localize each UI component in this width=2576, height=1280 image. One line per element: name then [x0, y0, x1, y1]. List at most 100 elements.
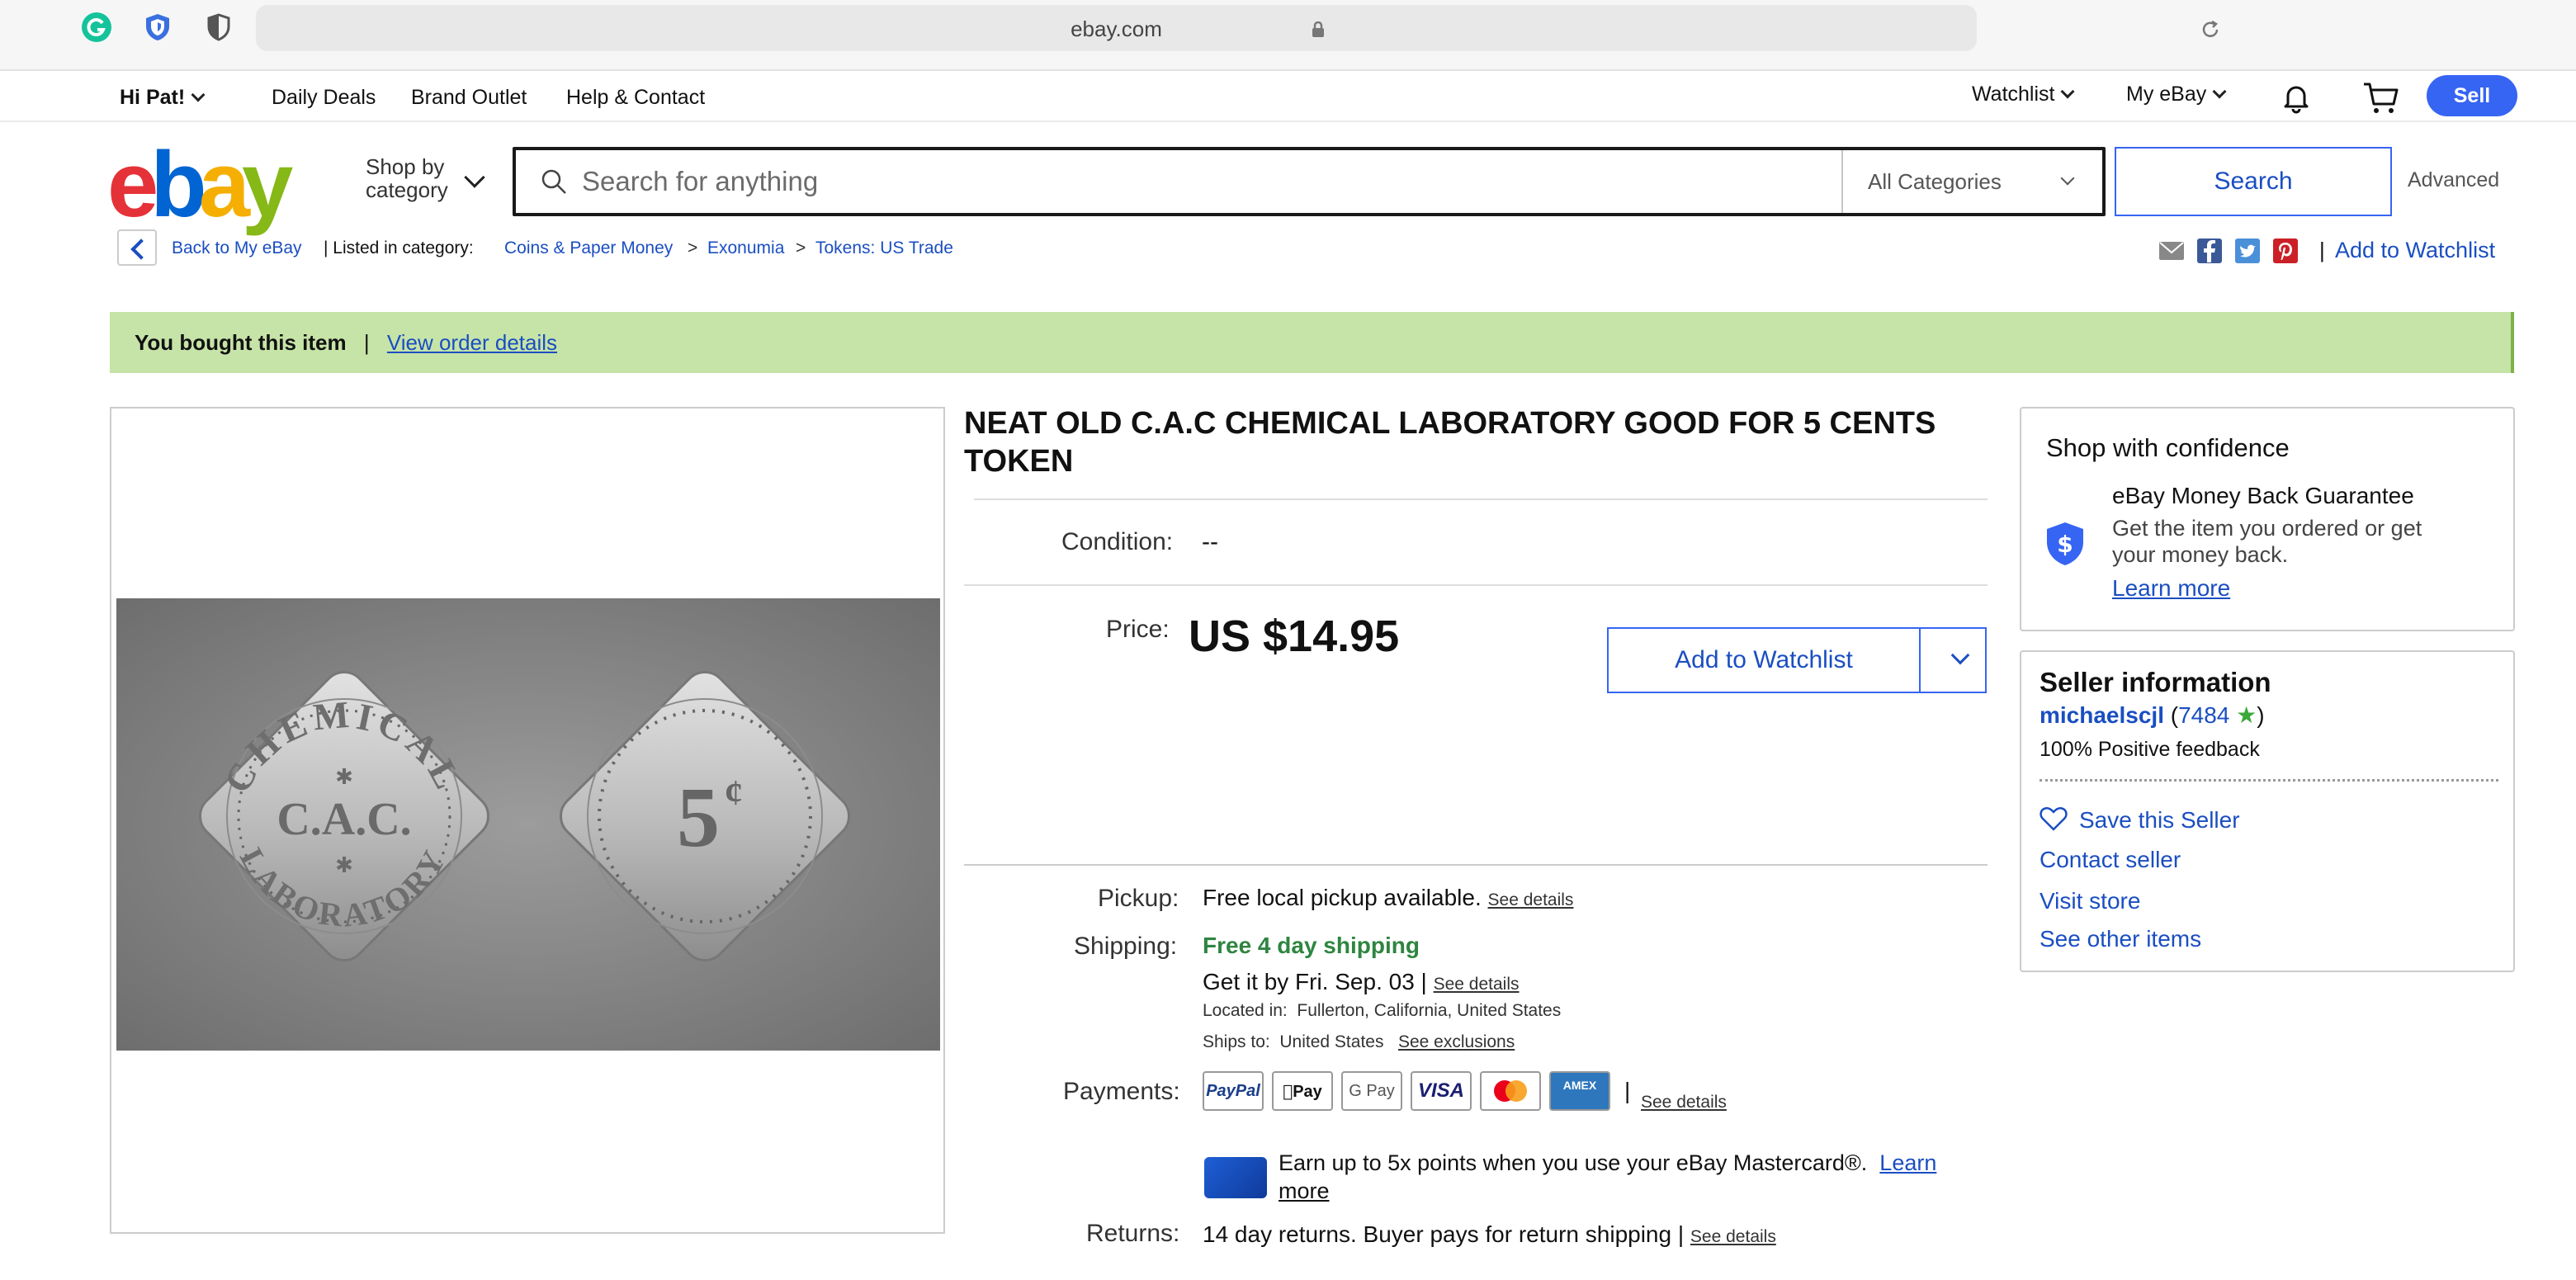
- sell-button[interactable]: Sell: [2427, 75, 2517, 116]
- url-text: ebay.com: [1071, 17, 1162, 41]
- add-to-watchlist-label: Add to Watchlist: [1609, 629, 1921, 692]
- returns-see-details-link[interactable]: See details: [1690, 1227, 1776, 1246]
- email-share-icon[interactable]: [2158, 238, 2185, 264]
- chevron-down-icon[interactable]: [464, 167, 485, 188]
- divider: [2040, 779, 2498, 782]
- payments-see-details-link[interactable]: See details: [1641, 1093, 1727, 1112]
- feedback-score-link[interactable]: 7484: [2178, 702, 2229, 728]
- mastercard-promo: Earn up to 5x points when you use your e…: [1279, 1150, 1936, 1176]
- located-value: Fullerton, California, United States: [1297, 1001, 1562, 1020]
- token-back-unit: ¢: [725, 772, 743, 813]
- pickup-value: Free local pickup available. See details: [1203, 885, 1573, 911]
- search-input[interactable]: [582, 150, 1820, 213]
- mastercard-learn-link[interactable]: Learn: [1879, 1150, 1936, 1175]
- address-bar[interactable]: ebay.com: [256, 5, 2219, 51]
- see-exclusions-link[interactable]: See exclusions: [1398, 1032, 1515, 1051]
- seller-name-row: michaelscjl (7484 ★): [2040, 701, 2265, 729]
- back-arrow-button[interactable]: [117, 229, 157, 266]
- item-price: US $14.95: [1189, 612, 1400, 661]
- breadcrumb-separator: >: [688, 239, 698, 257]
- grammarly-extension-icon[interactable]: [81, 12, 112, 43]
- breadcrumb-tokens-us-trade[interactable]: Tokens: US Trade: [815, 239, 953, 258]
- shipping-see-details-link[interactable]: See details: [1434, 975, 1520, 994]
- logo-letter-a: a: [198, 133, 250, 236]
- svg-text:✱: ✱: [335, 765, 353, 790]
- token-back-denomination: 5: [677, 770, 720, 865]
- listed-in-label: | Listed in category:: [324, 239, 474, 257]
- chevron-down-icon: [2212, 84, 2227, 99]
- located-label: Located in:: [1203, 1001, 1288, 1020]
- save-seller-link[interactable]: Save this Seller: [2079, 807, 2240, 834]
- view-order-details-link[interactable]: View order details: [387, 330, 557, 355]
- ships-label: Ships to:: [1203, 1032, 1270, 1051]
- divider: [964, 864, 1988, 866]
- item-image-panel[interactable]: CHEMICAL LABORATORY C.A.C. ✱ ✱ 5 ¢: [110, 407, 945, 1234]
- confidence-heading: Shop with confidence: [2046, 433, 2290, 462]
- located-in: Located in: Fullerton, California, Unite…: [1203, 1001, 1561, 1021]
- greeting-text: Hi Pat!: [120, 86, 186, 109]
- twitter-share-icon[interactable]: [2234, 238, 2261, 264]
- price-label: Price:: [1106, 616, 1170, 643]
- top-navigation: Hi Pat! Daily Deals Brand Outlet Help & …: [0, 73, 2576, 122]
- visa-icon: VISA: [1411, 1071, 1472, 1111]
- search-button[interactable]: Search: [2115, 147, 2392, 216]
- brand-outlet-link[interactable]: Brand Outlet: [411, 86, 527, 110]
- item-photo[interactable]: CHEMICAL LABORATORY C.A.C. ✱ ✱ 5 ¢: [116, 598, 940, 1051]
- category-select[interactable]: All Categories: [1841, 150, 2102, 213]
- shield-extension-icon[interactable]: [142, 12, 173, 43]
- daily-deals-link[interactable]: Daily Deals: [272, 86, 376, 110]
- chevron-down-icon: [191, 87, 206, 102]
- guarantee-line1: Get the item you ordered or get: [2112, 516, 2422, 541]
- my-ebay-menu[interactable]: My eBay: [2126, 83, 2227, 106]
- search-bar: All Categories: [513, 147, 2106, 216]
- guarantee-title: eBay Money Back Guarantee: [2112, 483, 2414, 508]
- pickup-text: Free local pickup available.: [1203, 885, 1482, 910]
- cart-icon[interactable]: [2362, 81, 2400, 116]
- see-other-items-link[interactable]: See other items: [2040, 926, 2201, 952]
- ships-value: United States: [1279, 1032, 1384, 1051]
- svg-text:$: $: [2057, 531, 2073, 558]
- back-to-my-ebay-link[interactable]: Back to My eBay: [172, 239, 302, 258]
- share-divider: |: [2319, 238, 2325, 262]
- amex-icon: AMEX: [1549, 1071, 1610, 1111]
- facebook-share-icon[interactable]: [2196, 238, 2223, 264]
- banner-separator: |: [363, 330, 370, 355]
- pickup-see-details-link[interactable]: See details: [1488, 890, 1574, 909]
- chevron-down-icon[interactable]: [1950, 645, 1970, 665]
- google-pay-icon: G Pay: [1341, 1071, 1402, 1111]
- reload-icon[interactable]: [2200, 19, 2221, 40]
- purchase-banner: You bought this item | View order detail…: [110, 312, 2514, 373]
- payments-divider: |: [1624, 1078, 1631, 1103]
- ebay-mastercard-icon: [1204, 1157, 1267, 1198]
- shipping-label: Shipping:: [1074, 933, 1178, 960]
- bell-icon[interactable]: [2280, 81, 2313, 114]
- guarantee-line2: your money back.: [2112, 542, 2289, 567]
- breadcrumb-coins-paper-money[interactable]: Coins & Paper Money: [504, 239, 673, 258]
- chevron-down-icon: [2060, 171, 2075, 186]
- mastercard-more-link[interactable]: more: [1279, 1178, 1330, 1204]
- chevron-down-icon: [2060, 84, 2075, 99]
- learn-more-link[interactable]: Learn more: [2112, 575, 2230, 602]
- add-to-watchlist-link[interactable]: Add to Watchlist: [2335, 238, 2495, 263]
- delivery-text: Get it by Fri. Sep. 03 |: [1203, 969, 1427, 994]
- visit-store-link[interactable]: Visit store: [2040, 888, 2140, 914]
- help-contact-link[interactable]: Help & Contact: [566, 86, 705, 110]
- advanced-search-link[interactable]: Advanced: [2408, 168, 2499, 192]
- breadcrumb-exonumia[interactable]: Exonumia: [707, 239, 784, 258]
- logo-letter-e: e: [107, 133, 158, 236]
- seller-name-link[interactable]: michaelscjl: [2040, 702, 2164, 728]
- watchlist-menu[interactable]: Watchlist: [1972, 83, 2075, 106]
- delivery-estimate: Get it by Fri. Sep. 03 | See details: [1203, 969, 1520, 995]
- greeting-menu[interactable]: Hi Pat!: [120, 86, 206, 110]
- add-to-watchlist-button[interactable]: Add to Watchlist: [1607, 627, 1987, 693]
- shipping-value: Free 4 day shipping: [1203, 933, 1420, 958]
- bought-text: You bought this item: [135, 330, 347, 355]
- privacy-shield-icon[interactable]: [203, 12, 234, 43]
- svg-text:✱: ✱: [335, 853, 353, 878]
- ebay-logo[interactable]: ebay: [107, 139, 293, 231]
- heart-icon[interactable]: [2040, 805, 2068, 832]
- contact-seller-link[interactable]: Contact seller: [2040, 847, 2181, 873]
- shop-by-category-button[interactable]: Shop by category: [366, 155, 448, 201]
- pinterest-share-icon[interactable]: [2272, 238, 2299, 264]
- item-title: NEAT OLD C.A.C CHEMICAL LABORATORY GOOD …: [964, 406, 1936, 479]
